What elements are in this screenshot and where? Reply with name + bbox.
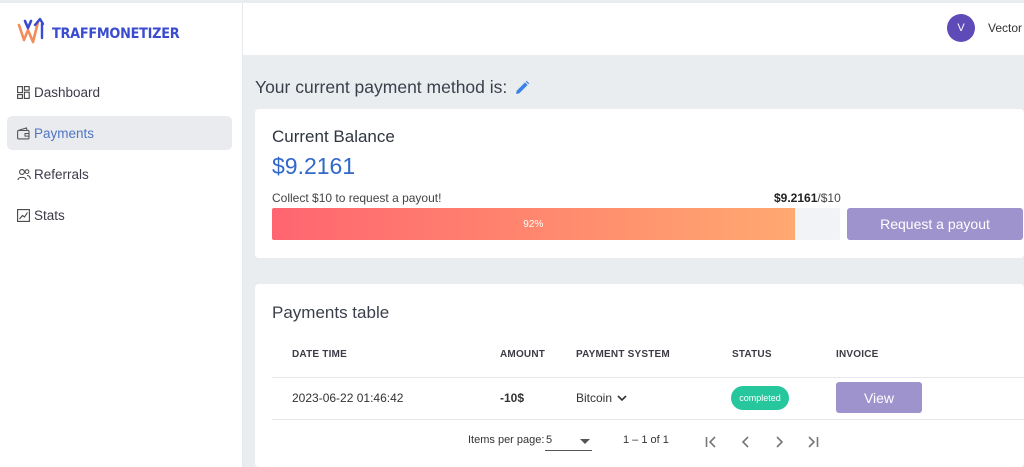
- avatar[interactable]: V: [947, 14, 975, 42]
- payment-method-label: Your current payment method is:: [255, 77, 508, 97]
- balance-label: Current Balance: [272, 127, 395, 146]
- top-bar: V Vector: [243, 3, 1024, 55]
- brand-name: TRAFFMONETIZER: [52, 26, 180, 42]
- chevron-down-icon[interactable]: [617, 394, 627, 402]
- column-header-payment-system: PAYMENT SYSTEM: [576, 349, 670, 360]
- items-per-page-value: 5: [546, 434, 553, 446]
- column-header-invoice: INVOICE: [836, 349, 879, 360]
- balance-card: Current Balance $9.2161 Collect $10 to r…: [255, 109, 1024, 258]
- sidebar-item-label: Referrals: [34, 166, 89, 182]
- header-divider: [272, 377, 1024, 378]
- dashboard-icon: [16, 85, 31, 100]
- last-page-icon[interactable]: [802, 432, 822, 452]
- sidebar: TRAFFMONETIZER Dashboard Payments Referr…: [0, 3, 243, 467]
- sidebar-item-payments[interactable]: Payments: [7, 116, 232, 150]
- column-header-status: STATUS: [732, 349, 772, 360]
- status-badge: completed: [731, 386, 789, 410]
- payments-table-card: Payments table DATE TIME AMOUNT PAYMENT …: [255, 284, 1024, 467]
- logo[interactable]: TRAFFMONETIZER: [16, 16, 190, 46]
- request-payout-button[interactable]: Request a payout: [847, 208, 1023, 240]
- payment-method-title: Your current payment method is:: [255, 77, 530, 98]
- previous-page-icon[interactable]: [736, 432, 756, 452]
- sidebar-item-dashboard[interactable]: Dashboard: [7, 75, 232, 109]
- row-payment-system[interactable]: Bitcoin: [576, 391, 627, 405]
- column-header-amount: AMOUNT: [500, 349, 546, 360]
- sidebar-nav: Dashboard Payments Referrals Stats: [7, 75, 232, 239]
- balance-value: $9.2161: [272, 153, 356, 179]
- payments-table-title: Payments table: [272, 303, 390, 322]
- ratio-target: /$10: [817, 191, 841, 205]
- next-page-icon[interactable]: [769, 432, 789, 452]
- payment-system-label: Bitcoin: [576, 391, 613, 405]
- main-content: V Vector Your current payment method is:…: [243, 3, 1024, 467]
- wallet-icon: [16, 126, 31, 141]
- users-icon: [16, 167, 31, 182]
- username[interactable]: Vector: [988, 21, 1022, 35]
- traffmonetizer-logo-icon: [17, 17, 45, 44]
- column-header-datetime: DATE TIME: [292, 349, 347, 360]
- sidebar-item-label: Payments: [34, 125, 95, 141]
- row-divider: [272, 419, 1024, 420]
- ratio-current: $9.2161: [774, 191, 818, 205]
- sidebar-item-label: Stats: [34, 207, 65, 223]
- sidebar-item-label: Dashboard: [34, 84, 101, 100]
- items-per-page-label: Items per page:: [468, 434, 545, 446]
- progress-fill: 92%: [272, 208, 795, 240]
- row-amount: -10$: [500, 391, 525, 405]
- items-per-page-select[interactable]: 5: [545, 431, 592, 451]
- first-page-icon[interactable]: [702, 432, 722, 452]
- progress-label: 92%: [523, 218, 544, 230]
- payout-progress-bar: 92%: [272, 208, 840, 240]
- row-datetime: 2023-06-22 01:46:42: [292, 391, 404, 405]
- view-invoice-button[interactable]: View: [836, 382, 922, 413]
- pagination-range: 1 – 1 of 1: [623, 434, 669, 446]
- sidebar-item-stats[interactable]: Stats: [7, 198, 232, 232]
- sidebar-item-referrals[interactable]: Referrals: [7, 157, 232, 191]
- balance-ratio: $9.2161/$10: [774, 191, 841, 205]
- pencil-icon[interactable]: [514, 80, 530, 96]
- chart-icon: [16, 208, 31, 223]
- collect-note: Collect $10 to request a payout!: [272, 191, 442, 205]
- caret-down-icon: [580, 439, 590, 444]
